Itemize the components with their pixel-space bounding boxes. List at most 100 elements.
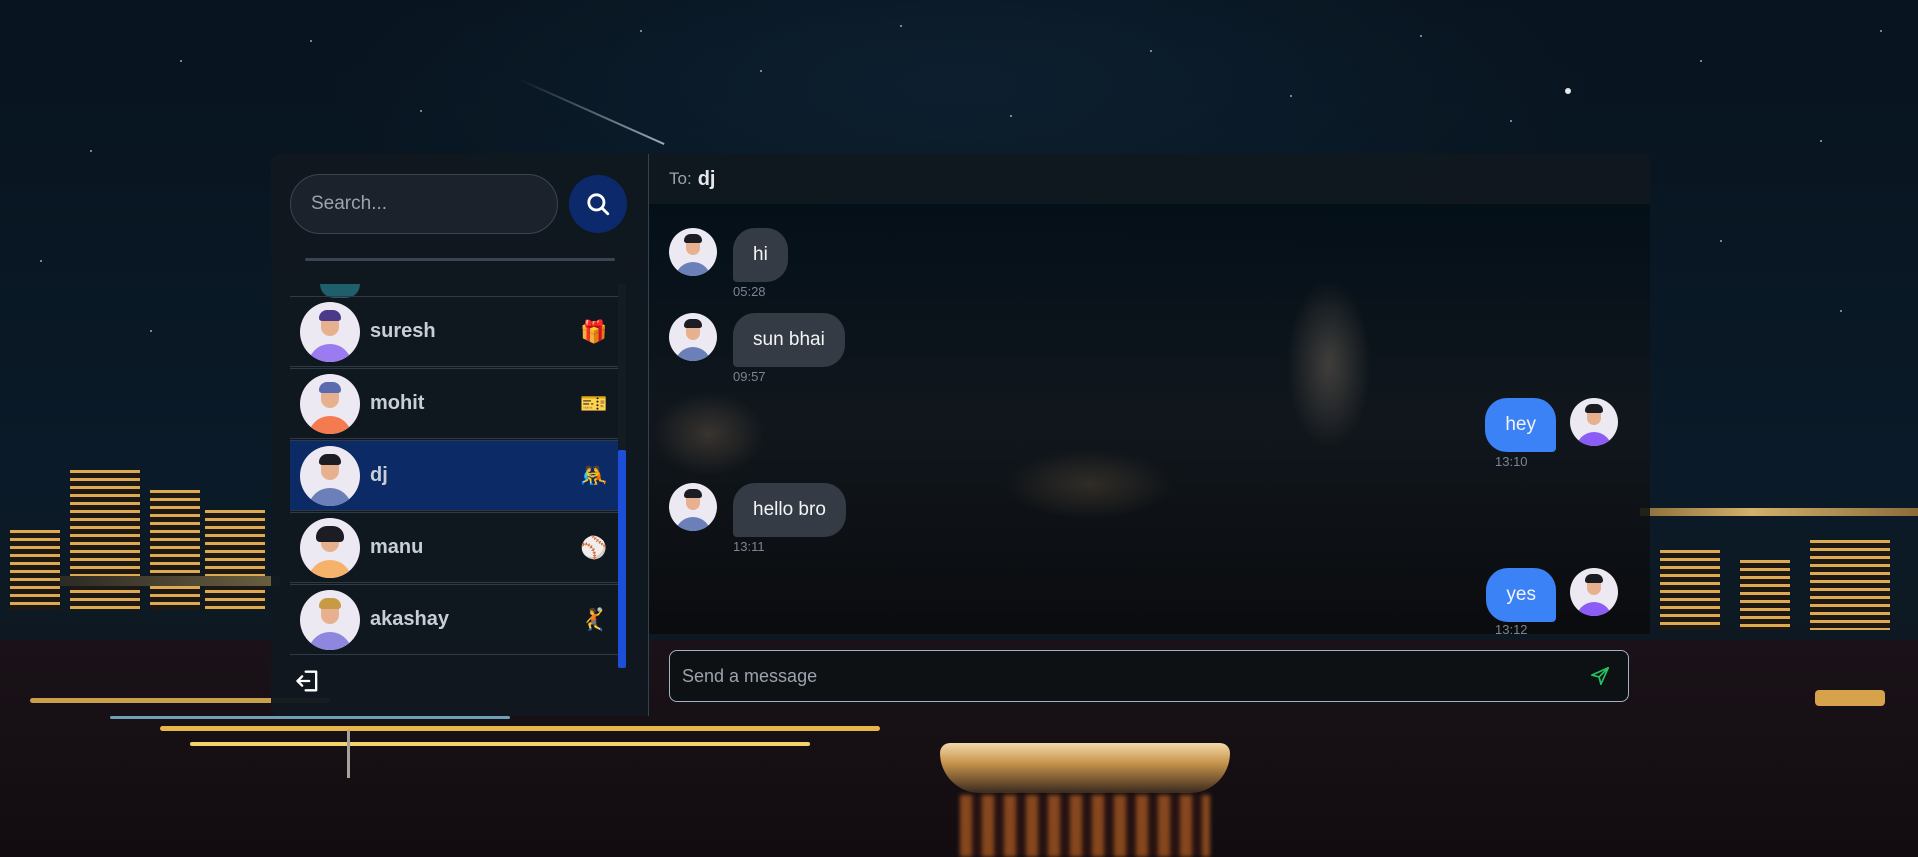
- avatar: [669, 313, 717, 361]
- star: [310, 40, 312, 42]
- avatar-hair: [319, 597, 341, 609]
- message-input[interactable]: [670, 651, 1578, 701]
- wrestling-icon: 🤼: [580, 462, 608, 488]
- search-input[interactable]: [290, 174, 558, 234]
- avatar: [1570, 398, 1618, 446]
- boat-reflection: [960, 795, 1210, 857]
- contact-item-akashay[interactable]: akashay 🤾: [290, 584, 619, 655]
- light-streak: [110, 716, 510, 719]
- avatar-hair: [1585, 404, 1603, 413]
- building: [1740, 560, 1790, 630]
- avatar-hair: [319, 453, 341, 465]
- message-bubble: yes: [1486, 568, 1556, 622]
- send-icon: [1590, 666, 1610, 686]
- avatar-cap: [319, 381, 341, 393]
- search-icon: [587, 193, 610, 216]
- contact-list-scroll-thumb[interactable]: [618, 450, 626, 668]
- message-bubble: hey: [1485, 398, 1556, 452]
- message-time: 09:57: [733, 369, 766, 384]
- boat-mast: [347, 730, 350, 778]
- star: [1150, 50, 1152, 52]
- bridge-right: [1640, 508, 1918, 516]
- logout-button[interactable]: [293, 667, 323, 697]
- star: [150, 330, 152, 332]
- avatar-hair: [1585, 574, 1603, 583]
- avatar-hair: [319, 309, 341, 321]
- logout-icon: [296, 670, 318, 692]
- avatar-hair: [684, 489, 702, 498]
- contact-item-mohit[interactable]: mohit 🎫: [290, 368, 619, 439]
- message-time: 05:28: [733, 284, 766, 299]
- chat-app-window: suresh 🎁 mohit 🎫 dj 🤼: [271, 154, 1650, 716]
- search-bar: [290, 174, 627, 234]
- star: [1510, 120, 1512, 122]
- message-incoming: hi: [669, 228, 788, 282]
- avatar: [300, 589, 360, 650]
- message-list: hi 05:28 sun bhai 09:57 hey 13:10 hello …: [649, 204, 1650, 634]
- baseball-icon: ⚾: [580, 534, 608, 560]
- lit-boat: [940, 743, 1230, 793]
- recipient-name: dj: [697, 167, 716, 190]
- star: [1820, 140, 1822, 142]
- contact-item-dj[interactable]: dj 🤼: [290, 440, 619, 511]
- star: [40, 260, 42, 262]
- building: [70, 470, 140, 610]
- send-button[interactable]: [1578, 654, 1622, 698]
- message-outgoing: hey: [1485, 398, 1618, 452]
- contact-list: suresh 🎁 mohit 🎫 dj 🤼 manu ⚾ akashay 🤾: [290, 284, 620, 672]
- avatar-body: [308, 487, 352, 506]
- star: [1420, 35, 1422, 37]
- message-time: 13:12: [1495, 622, 1528, 634]
- building: [1810, 540, 1890, 630]
- message-composer: [669, 650, 1629, 702]
- avatar-hair: [684, 234, 702, 243]
- to-label: To:: [669, 169, 692, 188]
- message-bubble: hi: [733, 228, 788, 282]
- message-outgoing: yes: [1486, 568, 1618, 622]
- building: [150, 490, 200, 610]
- message-incoming: hello bro: [669, 483, 846, 537]
- contact-item-manu[interactable]: manu ⚾: [290, 512, 619, 583]
- avatar-body: [308, 631, 352, 650]
- message-incoming: sun bhai: [669, 313, 845, 367]
- building: [205, 510, 265, 610]
- message-bubble: hello bro: [733, 483, 846, 537]
- avatar: [300, 373, 360, 434]
- light-streak: [160, 726, 880, 731]
- message-bubble: sun bhai: [733, 313, 845, 367]
- chat-panel: To: dj hi 05:28 sun bhai 09:57 hey 13:10…: [649, 154, 1650, 716]
- building: [10, 530, 60, 610]
- star: [1565, 88, 1571, 94]
- star: [180, 60, 182, 62]
- star: [640, 30, 642, 32]
- contact-name: manu: [370, 536, 424, 558]
- avatar-hair: [684, 319, 702, 328]
- avatar: [669, 228, 717, 276]
- avatar: [300, 301, 360, 362]
- gift-icon: 🎁: [580, 318, 608, 344]
- star: [1290, 95, 1292, 97]
- avatar-body: [1576, 432, 1612, 446]
- avatar: [300, 445, 360, 506]
- avatar-body: [308, 559, 352, 578]
- star: [420, 110, 422, 112]
- star: [90, 150, 92, 152]
- star: [1010, 115, 1012, 117]
- message-time: 13:11: [733, 539, 765, 554]
- contact-name: akashay: [370, 608, 449, 630]
- avatar-body: [308, 415, 352, 434]
- star: [900, 25, 902, 27]
- search-button[interactable]: [569, 175, 627, 233]
- small-boat: [1815, 690, 1885, 706]
- avatar: [669, 483, 717, 531]
- contact-name: suresh: [370, 320, 436, 342]
- message-time: 13:10: [1495, 454, 1528, 469]
- contact-item-suresh[interactable]: suresh 🎁: [290, 296, 619, 367]
- avatar: [300, 517, 360, 578]
- star: [1700, 60, 1702, 62]
- avatar-body: [675, 262, 711, 276]
- handball-icon: 🤾: [580, 606, 608, 632]
- contact-name: mohit: [370, 392, 425, 414]
- star: [760, 70, 762, 72]
- building: [1660, 550, 1720, 630]
